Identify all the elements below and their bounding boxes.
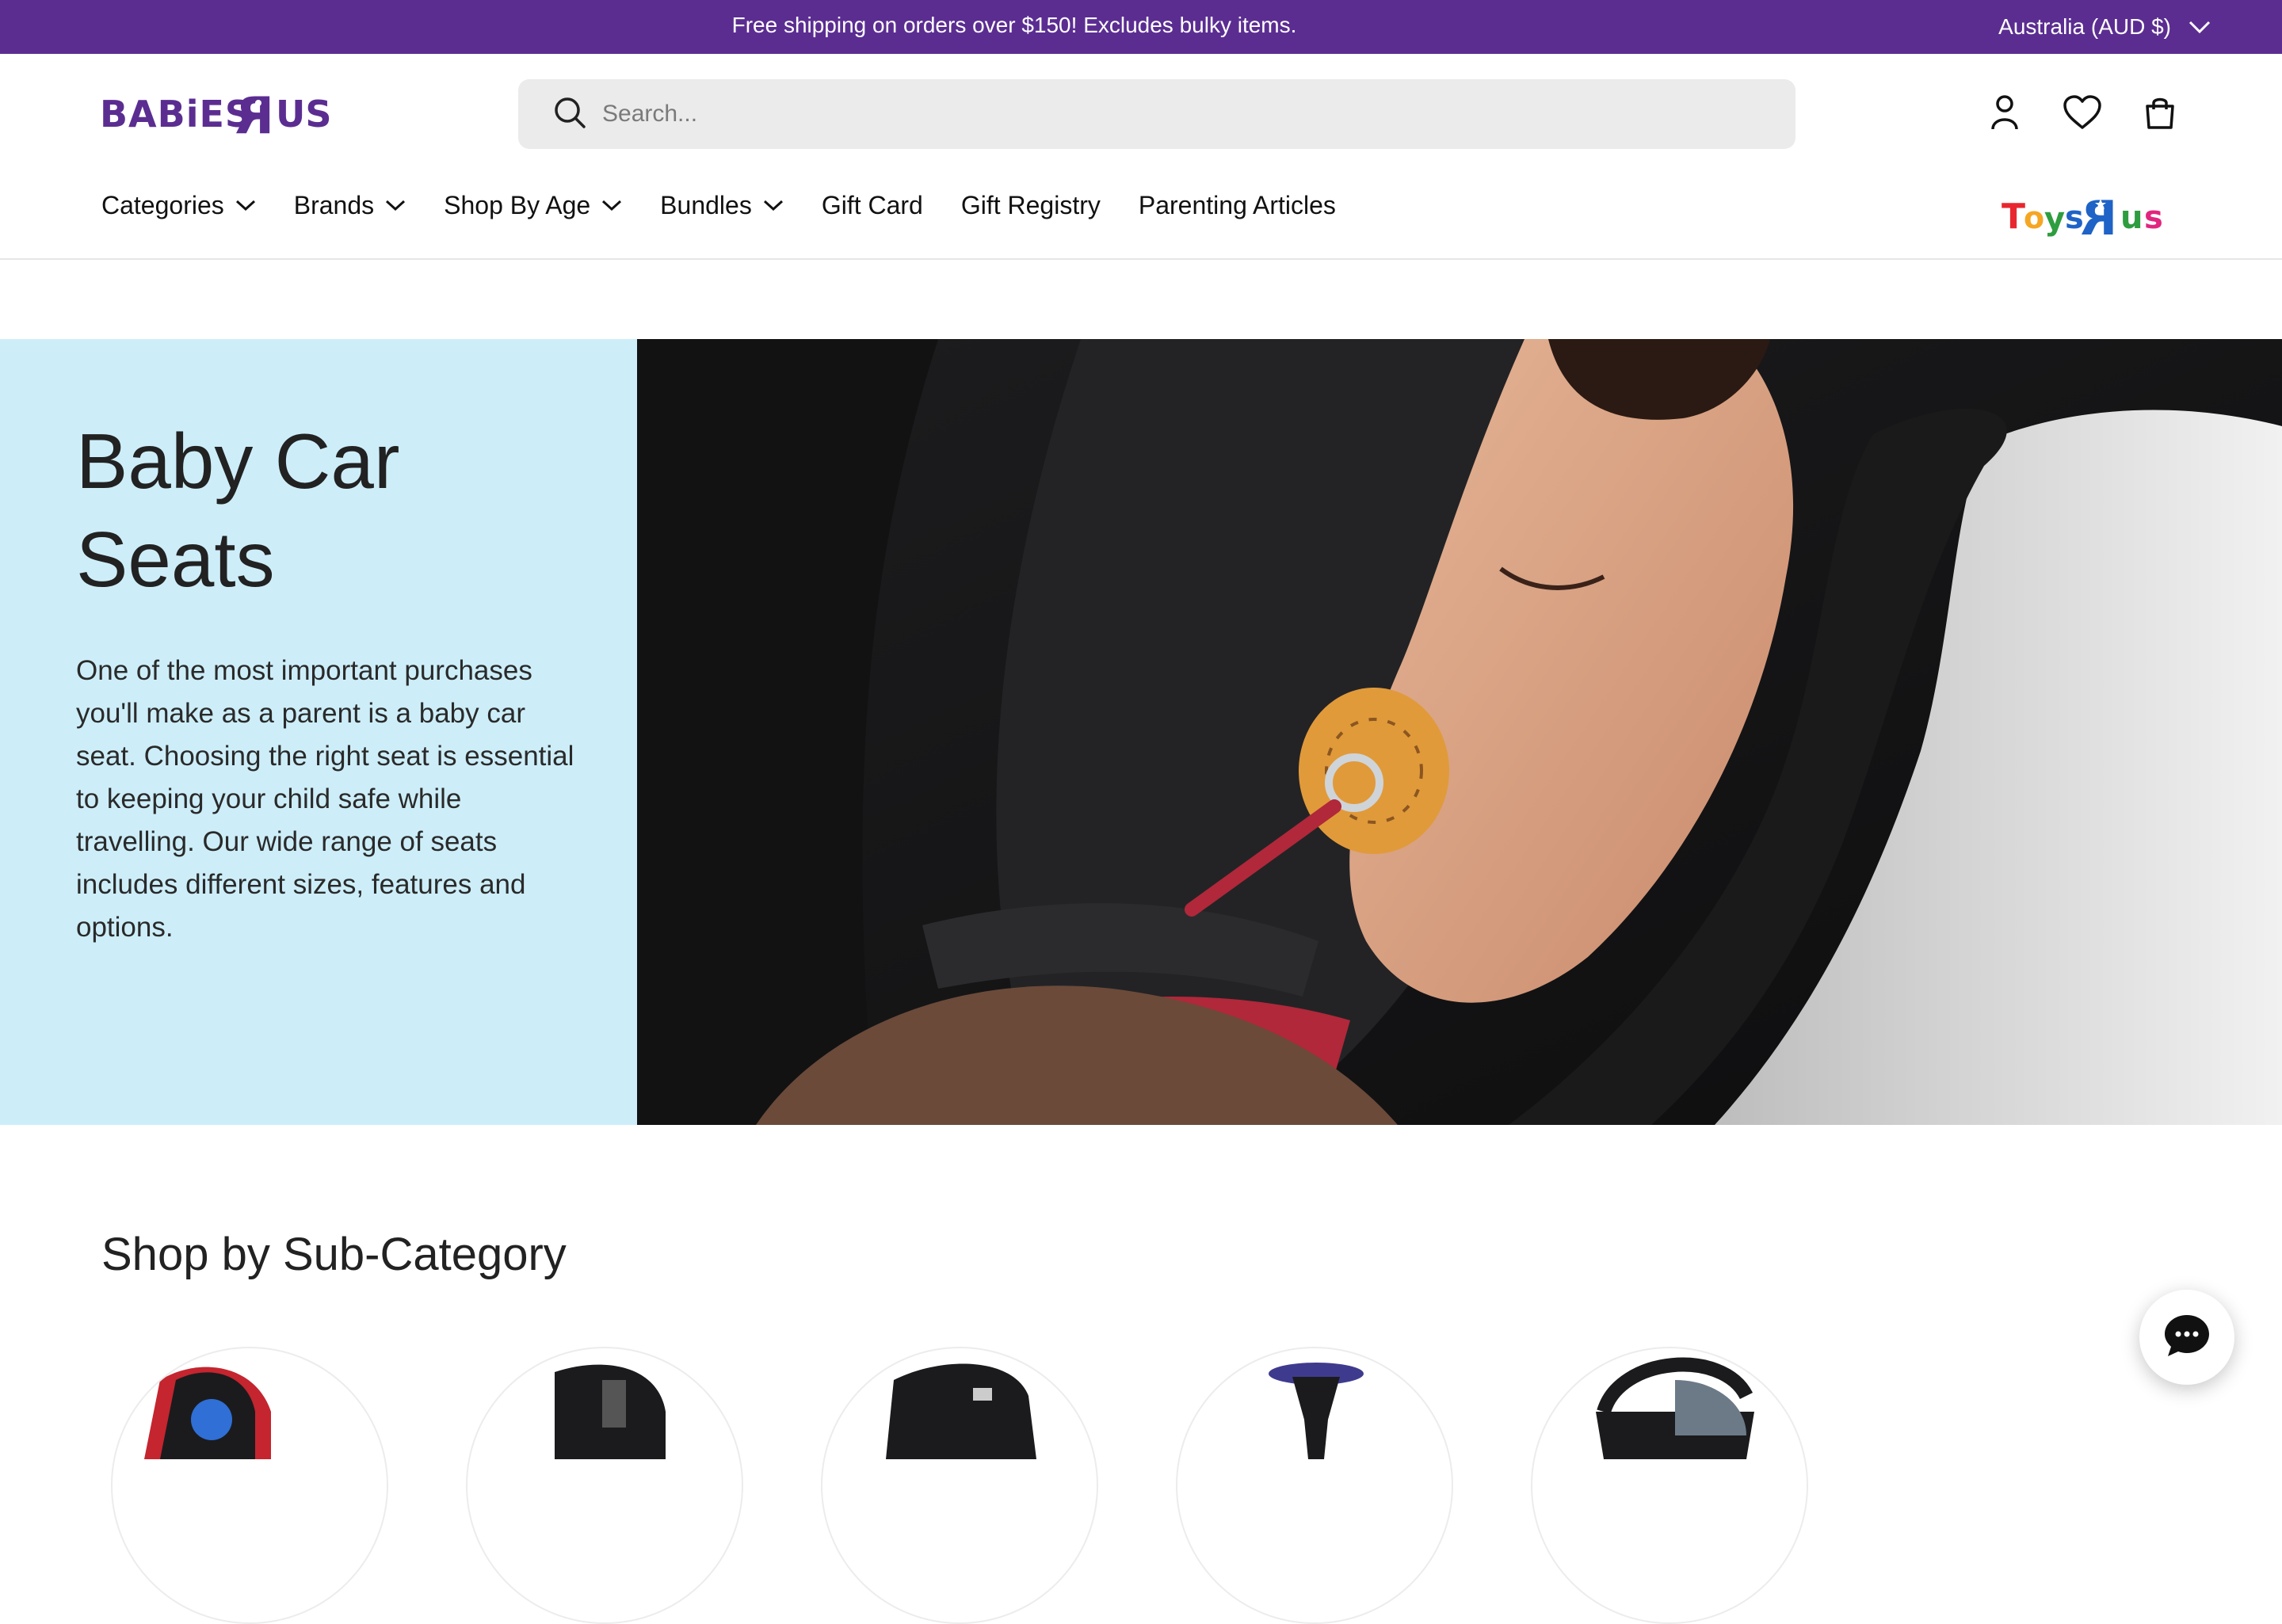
cart-bag-icon[interactable] (2139, 92, 2181, 133)
hero-text-panel: Baby Car Seats One of the most important… (0, 339, 637, 1125)
search-icon[interactable] (553, 96, 586, 133)
wishlist-heart-icon[interactable] (2062, 92, 2103, 133)
locale-label: Australia (AUD $) (1998, 14, 2171, 39)
svg-text:R: R (235, 87, 274, 143)
hero-image-sleeping-baby (637, 339, 2282, 1125)
nav-label: Shop By Age (444, 190, 591, 219)
nav-label: Gift Card (821, 190, 923, 219)
chat-bubble-icon (2163, 1313, 2211, 1362)
nav-shop-by-age[interactable]: Shop By Age (444, 185, 622, 225)
subcategory-card[interactable] (1531, 1347, 1808, 1624)
nav-label: Categories (101, 190, 224, 219)
nav-label: Bundles (660, 190, 752, 219)
toys-r-us-logo[interactable]: T o y s R u s (2002, 190, 2181, 246)
search-bar[interactable] (518, 79, 1795, 149)
subcategory-card[interactable] (821, 1347, 1098, 1624)
subcategory-card[interactable] (466, 1347, 743, 1624)
babies-r-us-logo[interactable]: BABiES R US (100, 87, 338, 146)
nav-label: Gift Registry (960, 190, 1101, 219)
announcement-text: Free shipping on orders over $150! Exclu… (731, 13, 1297, 37)
nav-label: Brands (293, 190, 375, 219)
nav-brands[interactable]: Brands (294, 185, 406, 225)
nav-gift-card[interactable]: Gift Card (822, 185, 923, 225)
page-title: Baby Car Seats (76, 417, 400, 603)
svg-text:T: T (2002, 196, 2025, 237)
svg-text:y: y (2044, 201, 2065, 238)
main-navigation: Categories Brands Shop By Age Bundles Gi… (101, 185, 1374, 225)
svg-text:u: u (2120, 200, 2143, 236)
nav-label: Parenting Articles (1138, 190, 1336, 219)
chat-launcher-button[interactable] (2139, 1290, 2234, 1385)
svg-text:o: o (2024, 200, 2044, 235)
chevron-down-icon (763, 200, 783, 212)
account-icon[interactable] (1984, 92, 2025, 133)
chevron-down-icon (2189, 14, 2211, 40)
svg-text:US: US (276, 93, 331, 135)
subcategory-card[interactable] (111, 1347, 388, 1624)
subcategory-card[interactable] (1176, 1347, 1453, 1624)
site-header: BABiES R US Categories Brands (0, 54, 2282, 260)
announcement-bar: Free shipping on orders over $150! Exclu… (0, 0, 2282, 54)
nav-gift-registry[interactable]: Gift Registry (961, 185, 1101, 225)
svg-text:s: s (2144, 200, 2163, 236)
nav-bundles[interactable]: Bundles (660, 185, 784, 225)
chevron-down-icon (386, 200, 406, 212)
nav-parenting-articles[interactable]: Parenting Articles (1139, 185, 1336, 225)
search-input[interactable] (602, 90, 1712, 138)
subcategory-heading: Shop by Sub-Category (101, 1229, 567, 1280)
header-actions (1984, 92, 2181, 133)
svg-text:R: R (2081, 191, 2117, 241)
hero-description: One of the most important purchases you'… (76, 655, 574, 943)
svg-text:BABiES: BABiES (100, 93, 252, 135)
nav-categories[interactable]: Categories (101, 185, 256, 225)
chevron-down-icon (602, 200, 622, 212)
subcategory-carousel (111, 1347, 1854, 1624)
chevron-down-icon (235, 200, 255, 212)
locale-selector[interactable]: Australia (AUD $) (1998, 0, 2211, 54)
